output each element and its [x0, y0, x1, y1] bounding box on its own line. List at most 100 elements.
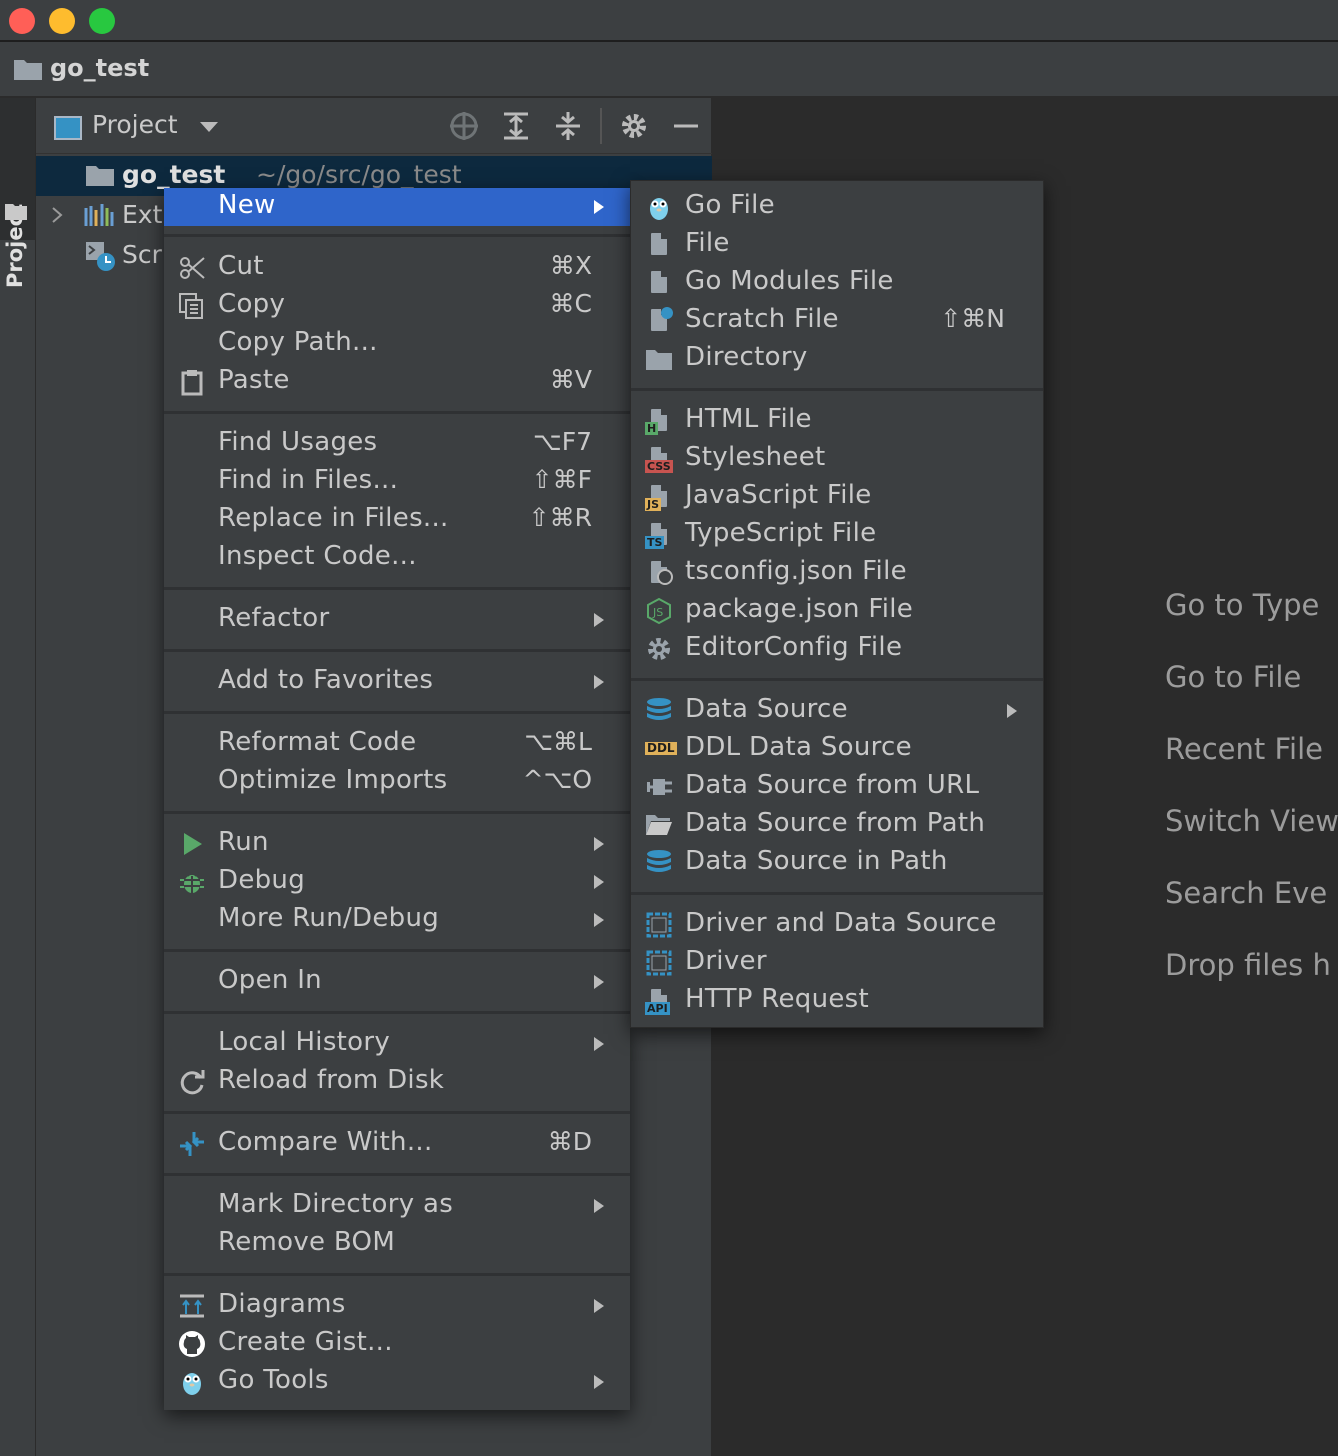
menu-item-optimize-imports[interactable]: Optimize Imports ^⌥O [164, 763, 630, 801]
locate-icon[interactable] [448, 110, 480, 142]
menu-item-html-file[interactable]: H HTML File [631, 402, 1043, 440]
menu-item-label: Data Source [685, 694, 848, 724]
menu-item-debug[interactable]: Debug [164, 863, 630, 901]
menu-item-diagrams[interactable]: Diagrams [164, 1287, 630, 1325]
menu-item-label: tsconfig.json File [685, 556, 907, 586]
menu-item-ddl-data-source[interactable]: DDL DDL Data Source [631, 730, 1043, 768]
close-window-button[interactable] [9, 8, 35, 34]
menu-item-reformat-code[interactable]: Reformat Code ⌥⌘L [164, 725, 630, 763]
menu-item-typescript-file[interactable]: TS TypeScript File [631, 516, 1043, 554]
menu-item-inspect-code[interactable]: Inspect Code... [164, 539, 630, 577]
menu-item-label: Reload from Disk [218, 1065, 445, 1095]
submenu-arrow-icon [594, 1037, 604, 1051]
copy-icon [179, 293, 203, 319]
menu-item-http-request[interactable]: API HTTP Request [631, 982, 1043, 1020]
menu-item-shortcut: ^⌥O [522, 765, 592, 794]
file-icon [645, 231, 673, 259]
expand-all-icon[interactable] [500, 110, 532, 142]
collapse-all-icon[interactable] [552, 110, 584, 142]
new-submenu: Go File File Go Modules File Scratch Fil… [630, 180, 1044, 1028]
menu-separator [631, 678, 1043, 681]
menu-item-data-source-in-path[interactable]: Data Source in Path [631, 844, 1043, 882]
menu-item-label: Diagrams [218, 1289, 346, 1319]
menu-item-data-source-from-path[interactable]: Data Source from Path [631, 806, 1043, 844]
menu-item-label: Data Source from Path [685, 808, 986, 838]
breadcrumb-project[interactable]: go_test [50, 54, 149, 82]
menu-item-label: Local History [218, 1027, 391, 1057]
menu-item-reload-from-disk[interactable]: Reload from Disk [164, 1063, 630, 1101]
menu-item-label: Reformat Code [218, 727, 417, 757]
menu-item-create-gist[interactable]: Create Gist... [164, 1325, 630, 1363]
menu-item-scratch-file[interactable]: Scratch File ⇧⌘N [631, 302, 1043, 340]
menu-item-driver-and-data-source[interactable]: Driver and Data Source [631, 906, 1043, 944]
menu-item-new[interactable]: New [164, 188, 630, 226]
hide-panel-icon[interactable] [670, 110, 702, 142]
chevron-down-icon[interactable] [200, 122, 218, 132]
menu-item-add-to-favorites[interactable]: Add to Favorites [164, 663, 630, 701]
menu-item-label: Open In [218, 965, 322, 995]
menu-separator [164, 949, 630, 952]
github-icon [179, 1331, 205, 1357]
menu-item-shortcut: ⇧⌘R [528, 503, 592, 532]
bug-icon [180, 871, 204, 893]
menu-item-driver[interactable]: Driver [631, 944, 1043, 982]
menu-item-cut[interactable]: Cut ⌘X [164, 249, 630, 287]
menu-item-shortcut: ⌥F7 [532, 427, 592, 456]
menu-item-label: Optimize Imports [218, 765, 448, 795]
menu-item-refactor[interactable]: Refactor [164, 601, 630, 639]
menu-item-shortcut: ⌘X [549, 251, 592, 280]
menu-item-stylesheet[interactable]: CSS Stylesheet [631, 440, 1043, 478]
scratches-icon [86, 242, 115, 271]
minimize-window-button[interactable] [49, 8, 75, 34]
menu-item-label: Find Usages [218, 427, 378, 457]
tree-item-name: Ext [122, 200, 163, 229]
menu-item-go-tools[interactable]: Go Tools [164, 1363, 630, 1401]
menu-item-shortcut: ⇧⌘N [940, 304, 1005, 333]
submenu-arrow-icon [594, 913, 604, 927]
menu-item-directory[interactable]: Directory [631, 340, 1043, 378]
menu-item-local-history[interactable]: Local History [164, 1025, 630, 1063]
menu-item-javascript-file[interactable]: JS JavaScript File [631, 478, 1043, 516]
menu-item-label: DDL Data Source [685, 732, 912, 762]
menu-item-compare-with[interactable]: Compare With... ⌘D [164, 1125, 630, 1163]
menu-item-remove-bom[interactable]: Remove BOM [164, 1225, 630, 1263]
menu-item-label: Remove BOM [218, 1227, 396, 1257]
submenu-arrow-icon [1007, 704, 1017, 718]
menu-item-copy-path[interactable]: Copy Path... [164, 325, 630, 363]
menu-item-run[interactable]: Run [164, 825, 630, 863]
css-file-icon: CSS [645, 445, 673, 473]
menu-item-copy[interactable]: Copy ⌘C [164, 287, 630, 325]
menu-item-editorconfig-file[interactable]: EditorConfig File [631, 630, 1043, 668]
menu-item-label: TypeScript File [685, 518, 877, 548]
menu-item-label: Go Tools [218, 1365, 329, 1395]
menu-item-paste[interactable]: Paste ⌘V [164, 363, 630, 401]
menu-item-label: EditorConfig File [685, 632, 903, 662]
project-view-selector[interactable]: Project [92, 110, 178, 139]
menu-item-replace-in-files[interactable]: Replace in Files... ⇧⌘R [164, 501, 630, 539]
driver-icon [646, 912, 672, 938]
gopher-icon [183, 1373, 201, 1395]
menu-separator [164, 1173, 630, 1176]
menu-item-data-source[interactable]: Data Source [631, 692, 1043, 730]
menu-item-package-json-file[interactable]: JS package.json File [631, 592, 1043, 630]
chevron-right-icon[interactable] [50, 206, 64, 224]
menu-item-go-file[interactable]: Go File [631, 188, 1043, 226]
menu-item-label: Paste [218, 365, 290, 395]
menu-item-file[interactable]: File [631, 226, 1043, 264]
menu-item-go-modules-file[interactable]: Go Modules File [631, 264, 1043, 302]
submenu-arrow-icon [594, 1199, 604, 1213]
menu-item-open-in[interactable]: Open In [164, 963, 630, 1001]
gear-icon[interactable] [618, 110, 650, 142]
menu-item-data-source-from-url[interactable]: Data Source from URL [631, 768, 1043, 806]
folder-icon [14, 60, 42, 80]
maximize-window-button[interactable] [89, 8, 115, 34]
project-tool-tab[interactable]: Project [0, 98, 35, 288]
window-titlebar [0, 0, 1338, 42]
menu-separator [164, 411, 630, 414]
menu-item-tsconfig-file[interactable]: tsconfig.json File [631, 554, 1043, 592]
file-icon [645, 269, 673, 297]
menu-item-find-usages[interactable]: Find Usages ⌥F7 [164, 425, 630, 463]
menu-item-mark-directory-as[interactable]: Mark Directory as [164, 1187, 630, 1225]
menu-item-find-in-files[interactable]: Find in Files... ⇧⌘F [164, 463, 630, 501]
menu-item-more-run-debug[interactable]: More Run/Debug [164, 901, 630, 939]
